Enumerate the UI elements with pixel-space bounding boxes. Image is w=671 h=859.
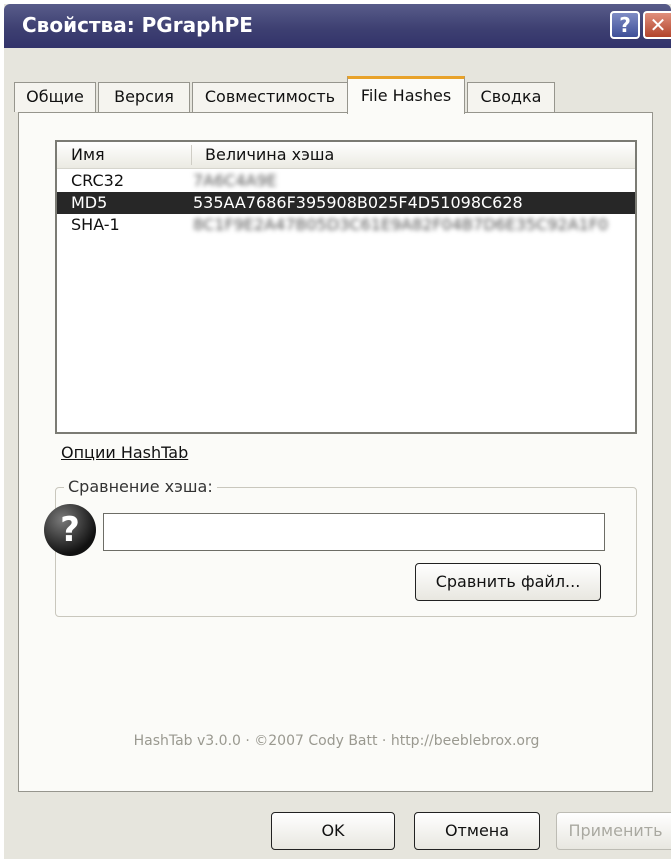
hash-name: SHA-1 [71,215,120,234]
tab-compatibility[interactable]: Совместимость [192,82,348,112]
hash-row-crc32[interactable]: CRC32 7A6C4A9E [57,170,635,192]
hashtab-options-link[interactable]: Опции HashTab [61,443,188,462]
hash-value: 8C1F9E2A47B05D3C61E9A82F04B7D6E35C92A1F0 [193,215,609,234]
tab-file-hashes[interactable]: File Hashes [347,76,465,114]
hash-name: CRC32 [71,171,125,190]
apply-button[interactable]: Применить [556,812,671,850]
hash-compare-group: Сравнение хэша: ? Сравнить файл... [44,477,637,617]
properties-dialog: Свойства: PGraphPE ? ✕ Общие Версия Совм… [4,4,671,859]
column-divider[interactable] [191,145,192,165]
help-button[interactable]: ? [610,11,640,39]
cancel-button[interactable]: Отмена [414,812,540,850]
hashtab-credits: HashTab v3.0.0 · ©2007 Cody Batt · http:… [133,733,540,749]
compare-file-button[interactable]: Сравнить файл... [415,563,601,601]
hash-list[interactable]: Имя Величина хэша CRC32 7A6C4A9E MD5 535… [55,140,637,434]
title-bar[interactable]: Свойства: PGraphPE ? ✕ [4,4,671,48]
tab-general[interactable]: Общие [14,82,96,112]
tab-version[interactable]: Версия [98,82,190,112]
column-header-name[interactable]: Имя [71,142,105,168]
hash-compare-label: Сравнение хэша: [64,477,217,496]
ok-button[interactable]: OK [271,812,395,850]
hash-name: MD5 [71,193,108,212]
tab-summary[interactable]: Сводка [467,82,555,112]
question-icon: ? [44,504,96,556]
hash-value: 535AA7686F395908B025F4D51098C628 [193,193,523,212]
hash-row-sha1[interactable]: SHA-1 8C1F9E2A47B05D3C61E9A82F04B7D6E35C… [57,214,635,236]
column-header-hash[interactable]: Величина хэша [205,142,334,168]
hash-list-header: Имя Величина хэша [57,142,635,169]
hash-compare-input[interactable] [103,513,605,551]
hash-value: 7A6C4A9E [193,171,277,190]
window-title: Свойства: PGraphPE [22,13,253,37]
file-hashes-panel: Имя Величина хэша CRC32 7A6C4A9E MD5 535… [18,112,653,792]
close-button[interactable]: ✕ [643,11,671,39]
hash-row-md5[interactable]: MD5 535AA7686F395908B025F4D51098C628 [57,192,635,214]
